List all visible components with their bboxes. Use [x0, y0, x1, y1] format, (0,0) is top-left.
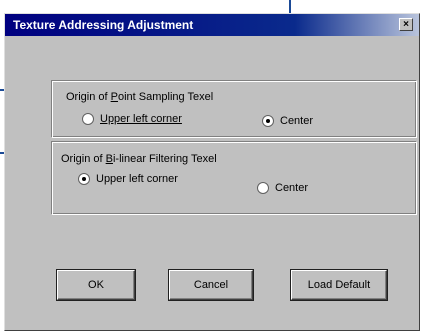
radio-checked-icon[interactable] — [78, 173, 90, 185]
ok-button-label: OK — [88, 279, 104, 291]
load-default-button-label: Load Default — [307, 279, 371, 291]
bilinear-hotkey: B — [105, 153, 113, 165]
bilinear-center-radio[interactable]: Center — [257, 182, 308, 194]
title-bar[interactable]: Texture Addressing Adjustment × — [5, 14, 419, 36]
radio-unchecked-icon[interactable] — [82, 113, 94, 125]
close-button[interactable]: × — [399, 18, 413, 31]
point-sampling-group-label: Origin of Point Sampling Texel — [66, 91, 214, 103]
point-center-label: Center — [280, 115, 314, 127]
bilinear-upper-left-label: Upper left corner — [96, 173, 178, 185]
cancel-button[interactable]: Cancel — [169, 270, 253, 300]
bilinear-filtering-group: Origin of Bi-linear Filtering Texel Uppe… — [51, 141, 417, 215]
radio-checked-icon[interactable] — [262, 115, 274, 127]
bilinear-center-label: Center — [275, 182, 309, 194]
radio-unchecked-icon[interactable] — [257, 182, 269, 194]
point-sampling-group: Origin of Point Sampling Texel Upper lef… — [51, 80, 417, 138]
bilinear-upper-left-radio[interactable]: Upper left corner — [78, 173, 178, 185]
point-upper-left-radio[interactable]: Upper left corner — [82, 113, 182, 125]
callout-line-top — [289, 0, 291, 13]
cancel-button-label: Cancel — [193, 279, 229, 291]
close-icon: × — [403, 19, 409, 30]
point-center-radio[interactable]: Center — [262, 115, 313, 127]
dialog-window: Texture Addressing Adjustment × Origin o… — [4, 13, 420, 331]
load-default-button[interactable]: Load Default — [291, 270, 387, 300]
ok-button[interactable]: OK — [57, 270, 135, 300]
bilinear-group-label: Origin of Bi-linear Filtering Texel — [61, 153, 217, 165]
point-hotkey: P — [110, 91, 118, 103]
point-upper-left-label: Upper left corner — [100, 113, 182, 125]
dialog-title: Texture Addressing Adjustment — [13, 18, 194, 32]
